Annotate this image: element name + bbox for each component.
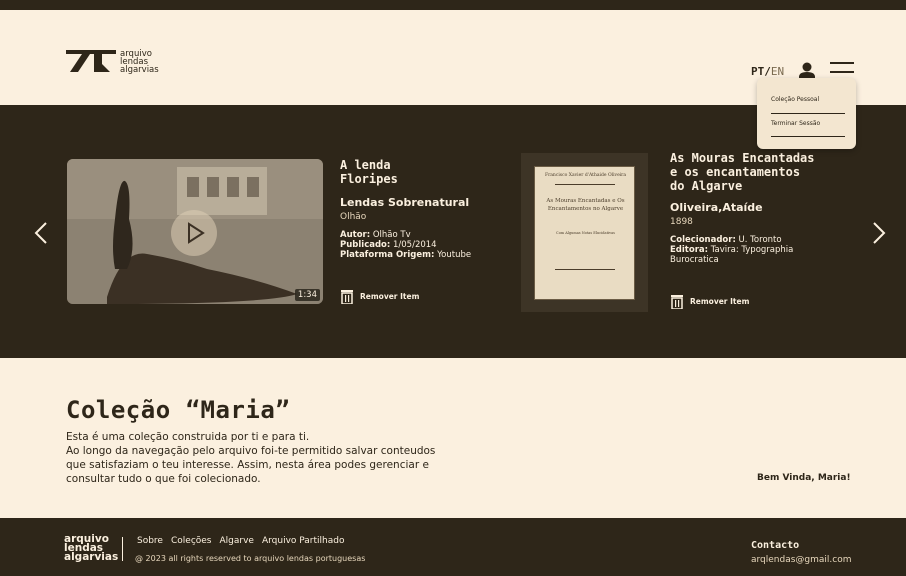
trash-icon (671, 295, 683, 309)
meta-label: Autor: (340, 230, 371, 240)
user-dropdown-menu: Coleção Pessoal Terminar Sessão (757, 78, 856, 149)
menu-bar (830, 62, 854, 64)
chevron-right-icon[interactable] (872, 221, 886, 245)
meta-publisher: Editora: Tavira: Typographia Burocratica (670, 245, 810, 265)
footer-link-algarve[interactable]: Algarve (220, 536, 254, 546)
remove-item-label: Remover Item (690, 297, 750, 306)
meta-platform: Plataforma Origem: Youtube (340, 250, 510, 260)
collection-desc-line: Esta é uma coleção construida por ti e p… (66, 431, 310, 443)
meta-label: Publicado: (340, 240, 391, 250)
lang-separator: / (764, 65, 771, 78)
book-cover: Francisco Xavier d'Athaide Oliveira As M… (534, 166, 635, 300)
book-cover-footer: Forgotten Books (566, 291, 605, 296)
video-thumbnail[interactable]: 1:34 (67, 159, 323, 304)
trash-icon (341, 290, 353, 304)
logo-mark-icon (66, 50, 116, 72)
meta-label: Colecionador: (670, 235, 736, 245)
welcome-message: Bem Vinda, Maria! (757, 473, 851, 483)
lang-en-link[interactable]: EN (771, 65, 784, 78)
book-cover-rule (555, 184, 615, 185)
collection-description: Esta é uma coleção construida por ti e p… (66, 430, 456, 486)
lang-pt-link[interactable]: PT (751, 65, 764, 78)
footer-logo[interactable]: arquivo lendas algarvias (64, 534, 119, 563)
menu-divider (771, 113, 845, 114)
book-cover-subtitle: Com Algumas Notas Elucidativas (556, 231, 615, 235)
meta-value: Youtube (434, 250, 472, 260)
meta-label: Editora: (670, 245, 709, 255)
meta-value: 1/05/2014 (390, 240, 437, 250)
item-meta: Colecionador: U. Toronto Editora: Tavira… (670, 235, 810, 265)
remove-item-button[interactable]: Remover Item (340, 289, 419, 304)
menu-divider (771, 136, 845, 137)
item-info-floripes: A lenda Floripes Lendas Sobrenatural Olh… (340, 158, 510, 260)
item-title[interactable]: A lenda Floripes (340, 158, 410, 186)
footer-contact-email[interactable]: arqlendas@gmail.com (751, 555, 852, 565)
item-title[interactable]: As Mouras Encantadas e os encantamentos … (670, 151, 815, 193)
footer-link-about[interactable]: Sobre (137, 536, 163, 546)
collection-desc-paragraph: Ao longo da navegação pelo arquivo foi-t… (66, 445, 436, 485)
meta-value: Olhão Tv (370, 230, 411, 240)
play-button[interactable] (171, 210, 217, 256)
video-duration: 1:34 (294, 289, 320, 301)
meta-collector: Colecionador: U. Toronto (670, 235, 810, 245)
footer-nav: Sobre Coleções Algarve Arquivo Partilhad… (137, 536, 344, 546)
item-location: Olhão (340, 212, 367, 222)
footer-copyright: @ 2023 all rights reserved to arquivo le… (135, 554, 366, 563)
book-cover-rule (555, 269, 615, 270)
book-cover-title: As Mouras Encantadas e Os Encantamentos … (546, 198, 625, 212)
meta-label: Plataforma Origem: (340, 250, 435, 260)
collection-intro: Coleção “Maria” Esta é uma coleção const… (66, 396, 456, 486)
item-category: Lendas Sobrenatural (340, 196, 470, 209)
item-meta: Autor: Olhão Tv Publicado: 1/05/2014 Pla… (340, 230, 510, 260)
menu-item-personal-collection[interactable]: Coleção Pessoal (771, 96, 845, 103)
footer-contact-title: Contacto (751, 540, 800, 551)
top-strip (0, 0, 906, 10)
collection-title: Coleção “Maria” (66, 396, 291, 424)
logo-line: algarvias (120, 65, 159, 75)
menu-bar (830, 71, 854, 73)
chevron-left-icon[interactable] (34, 221, 48, 245)
meta-author: Autor: Olhão Tv (340, 230, 510, 240)
book-cover-author: Francisco Xavier d'Athaide Oliveira (544, 173, 627, 178)
item-year: 1898 (670, 217, 693, 227)
site-logo[interactable]: arquivo lendas algarvias (66, 50, 159, 74)
play-icon (188, 222, 205, 244)
meta-published: Publicado: 1/05/2014 (340, 240, 510, 250)
remove-item-button[interactable]: Remover Item (670, 294, 749, 309)
menu-item-logout[interactable]: Terminar Sessão (771, 120, 845, 127)
language-switch: PT/EN (751, 65, 784, 78)
footer-divider (122, 537, 123, 561)
book-cover-image[interactable]: Francisco Xavier d'Athaide Oliveira As M… (521, 153, 648, 312)
footer-logo-line: algarvias (64, 551, 119, 563)
footer-link-shared-archive[interactable]: Arquivo Partilhado (262, 536, 345, 546)
remove-item-label: Remover Item (360, 292, 420, 301)
item-info-mouras: As Mouras Encantadas e os encantamentos … (670, 151, 860, 265)
item-author: Oliveira,Ataíde (670, 201, 763, 214)
meta-value: U. Toronto (735, 235, 782, 245)
site-footer: arquivo lendas algarvias Sobre Coleções … (0, 518, 906, 576)
footer-link-collections[interactable]: Coleções (171, 536, 212, 546)
logo-text: arquivo lendas algarvias (120, 50, 159, 75)
